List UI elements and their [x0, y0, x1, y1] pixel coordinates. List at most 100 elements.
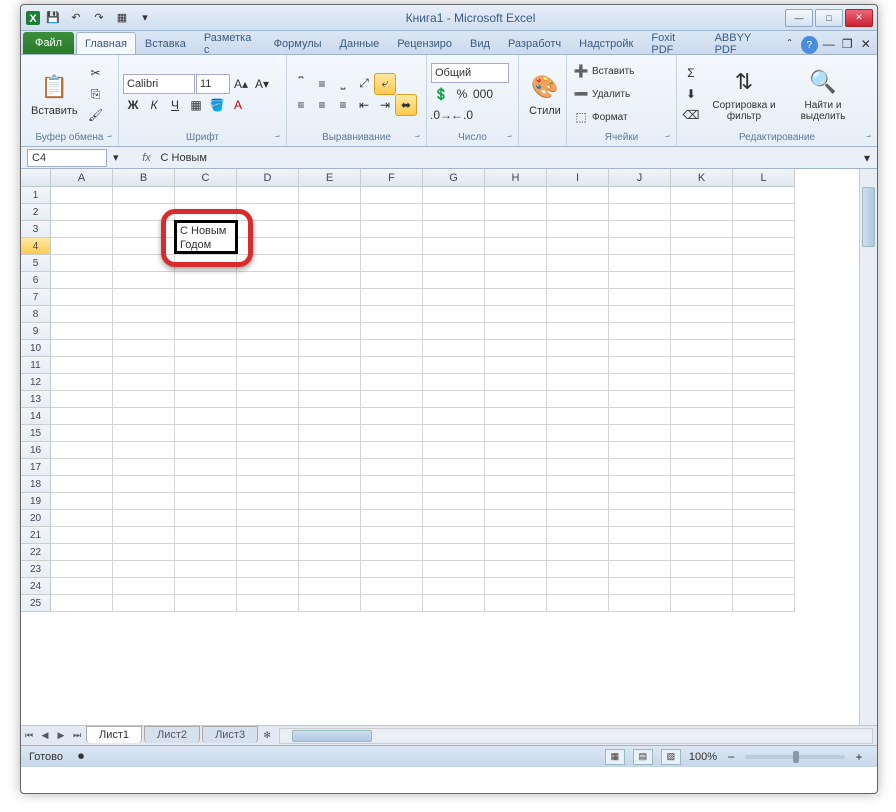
cell-F10[interactable] [361, 340, 423, 357]
cell-H3[interactable] [485, 221, 547, 238]
cell-F9[interactable] [361, 323, 423, 340]
cell-G21[interactable] [423, 527, 485, 544]
cell-G4[interactable] [423, 238, 485, 255]
cell-B8[interactable] [113, 306, 175, 323]
cell-B2[interactable] [113, 204, 175, 221]
cell-L23[interactable] [733, 561, 795, 578]
cell-L20[interactable] [733, 510, 795, 527]
cell-E14[interactable] [299, 408, 361, 425]
cell-G5[interactable] [423, 255, 485, 272]
percent-icon[interactable]: % [452, 84, 472, 104]
cell-B6[interactable] [113, 272, 175, 289]
cell-I2[interactable] [547, 204, 609, 221]
row-header-10[interactable]: 10 [21, 340, 51, 357]
cell-J1[interactable] [609, 187, 671, 204]
cell-K21[interactable] [671, 527, 733, 544]
cell-A23[interactable] [51, 561, 113, 578]
cell-L12[interactable] [733, 374, 795, 391]
cell-H18[interactable] [485, 476, 547, 493]
col-header-L[interactable]: L [733, 169, 795, 187]
number-format-combo[interactable]: Общий [431, 63, 509, 83]
cell-H6[interactable] [485, 272, 547, 289]
cell-A4[interactable] [51, 238, 113, 255]
row-header-22[interactable]: 22 [21, 544, 51, 561]
cell-F5[interactable] [361, 255, 423, 272]
cell-E17[interactable] [299, 459, 361, 476]
align-bottom-icon[interactable]: ⎵ [333, 74, 353, 94]
cell-F4[interactable] [361, 238, 423, 255]
cell-A15[interactable] [51, 425, 113, 442]
cell-A11[interactable] [51, 357, 113, 374]
cell-L8[interactable] [733, 306, 795, 323]
cell-J18[interactable] [609, 476, 671, 493]
cell-E16[interactable] [299, 442, 361, 459]
cell-B14[interactable] [113, 408, 175, 425]
cell-E19[interactable] [299, 493, 361, 510]
cell-B9[interactable] [113, 323, 175, 340]
vertical-scrollbar[interactable] [859, 169, 877, 725]
row-header-11[interactable]: 11 [21, 357, 51, 374]
cell-A6[interactable] [51, 272, 113, 289]
cell-J2[interactable] [609, 204, 671, 221]
cell-K18[interactable] [671, 476, 733, 493]
cell-I6[interactable] [547, 272, 609, 289]
fill-icon[interactable]: ⬇ [681, 84, 701, 104]
align-left-icon[interactable]: ≡ [291, 95, 311, 115]
cell-C5[interactable] [175, 255, 237, 272]
cell-H8[interactable] [485, 306, 547, 323]
cell-D6[interactable] [237, 272, 299, 289]
cell-H17[interactable] [485, 459, 547, 476]
cut-icon[interactable]: ✂ [86, 63, 106, 83]
cell-H21[interactable] [485, 527, 547, 544]
cell-G16[interactable] [423, 442, 485, 459]
tab-nav-prev[interactable]: ◀ [37, 728, 53, 744]
row-header-12[interactable]: 12 [21, 374, 51, 391]
macro-record-icon[interactable]: ⏺ [71, 747, 91, 767]
cell-H16[interactable] [485, 442, 547, 459]
zoom-value[interactable]: 100% [689, 751, 717, 763]
doc-restore[interactable]: ❐ [838, 34, 856, 54]
cell-L7[interactable] [733, 289, 795, 306]
formula-input[interactable]: С Новым [155, 152, 857, 164]
doc-close[interactable]: ✕ [857, 34, 875, 54]
namebox-dropdown-icon[interactable]: ▾ [113, 151, 119, 164]
sheet-tab-2[interactable]: Лист2 [144, 726, 200, 743]
cell-K9[interactable] [671, 323, 733, 340]
cell-D20[interactable] [237, 510, 299, 527]
cell-A8[interactable] [51, 306, 113, 323]
cell-L5[interactable] [733, 255, 795, 272]
fx-icon[interactable]: fx [139, 152, 155, 164]
close-button[interactable]: ✕ [845, 9, 873, 27]
cell-H12[interactable] [485, 374, 547, 391]
cell-H9[interactable] [485, 323, 547, 340]
cell-H10[interactable] [485, 340, 547, 357]
border-icon[interactable]: ▦ [186, 95, 206, 115]
cell-J11[interactable] [609, 357, 671, 374]
row-header-7[interactable]: 7 [21, 289, 51, 306]
cell-I24[interactable] [547, 578, 609, 595]
cell-H11[interactable] [485, 357, 547, 374]
font-color-icon[interactable]: A [228, 95, 248, 115]
cell-J3[interactable] [609, 221, 671, 238]
cell-A1[interactable] [51, 187, 113, 204]
cell-G10[interactable] [423, 340, 485, 357]
cell-C20[interactable] [175, 510, 237, 527]
col-header-H[interactable]: H [485, 169, 547, 187]
cell-F13[interactable] [361, 391, 423, 408]
cell-E12[interactable] [299, 374, 361, 391]
cell-L10[interactable] [733, 340, 795, 357]
cell-A19[interactable] [51, 493, 113, 510]
cell-K3[interactable] [671, 221, 733, 238]
cell-I1[interactable] [547, 187, 609, 204]
cell-K22[interactable] [671, 544, 733, 561]
cell-D5[interactable] [237, 255, 299, 272]
cell-E22[interactable] [299, 544, 361, 561]
cell-B4[interactable] [113, 238, 175, 255]
cell-C21[interactable] [175, 527, 237, 544]
cell-G7[interactable] [423, 289, 485, 306]
cell-E9[interactable] [299, 323, 361, 340]
cell-E1[interactable] [299, 187, 361, 204]
cell-D24[interactable] [237, 578, 299, 595]
cell-D14[interactable] [237, 408, 299, 425]
cell-E6[interactable] [299, 272, 361, 289]
